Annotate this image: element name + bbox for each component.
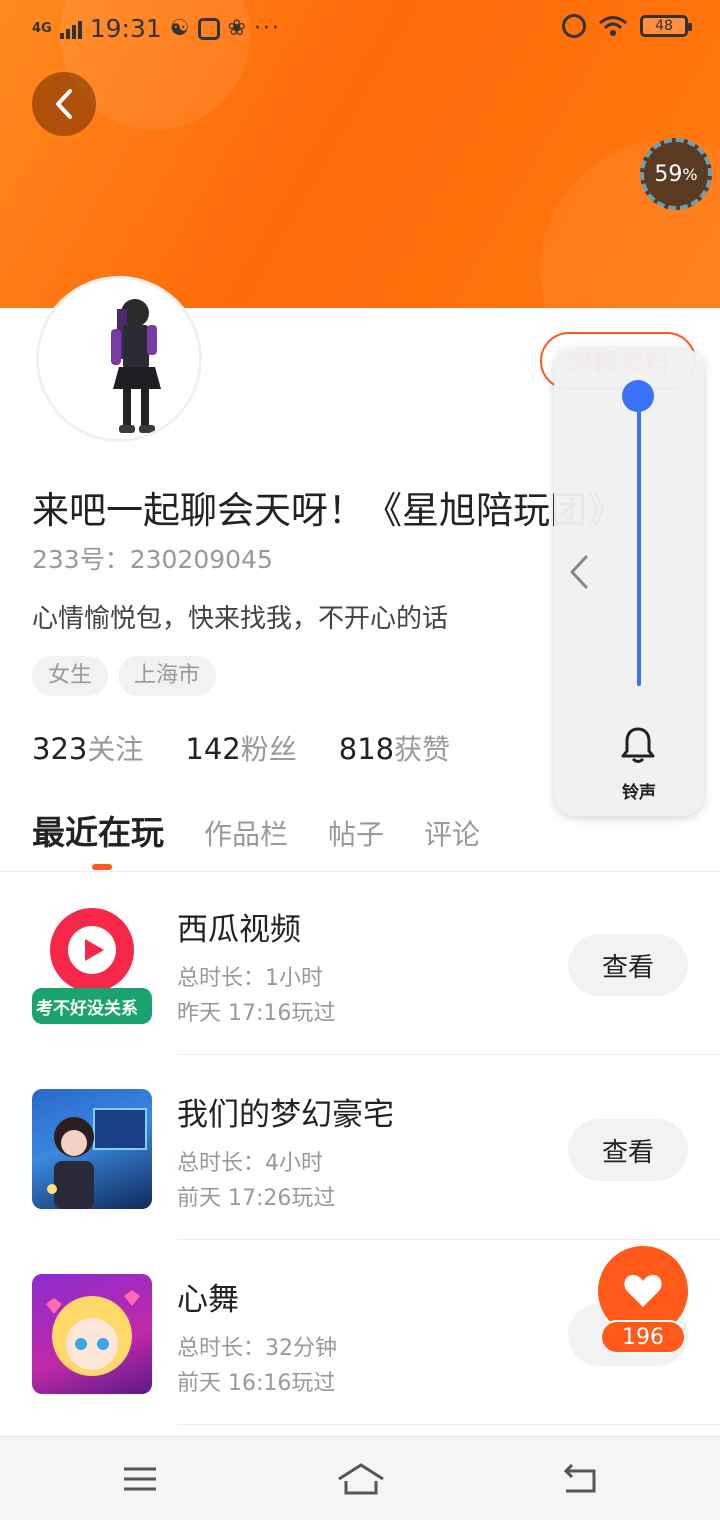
tab-comments[interactable]: 评论 xyxy=(424,813,480,853)
video-app-icon xyxy=(197,17,220,40)
icon-caption: 考不好没关系 xyxy=(36,999,138,1019)
tab-works[interactable]: 作品栏 xyxy=(204,813,288,853)
app-notification-icon: ❀ xyxy=(227,16,246,41)
chevron-left-icon[interactable] xyxy=(568,554,590,590)
alarm-icon xyxy=(562,14,586,38)
menu-icon[interactable] xyxy=(120,1459,160,1499)
list-item[interactable]: 我们的梦幻豪宅 总时长：4小时 前天 17:26玩过 查看 xyxy=(0,1089,720,1274)
game-duration: 总时长：4小时 xyxy=(177,1151,323,1176)
game-title: 心舞 xyxy=(177,1282,239,1318)
home-icon[interactable] xyxy=(336,1459,386,1499)
game-duration: 总时长：32分钟 xyxy=(177,1336,337,1361)
tab-recently-played[interactable]: 最近在玩 xyxy=(32,806,164,854)
stat-followers[interactable]: 142粉丝 xyxy=(185,728,296,768)
game-title: 我们的梦幻豪宅 xyxy=(177,1097,394,1133)
view-button[interactable]: 查看 xyxy=(568,934,688,996)
volume-panel: 铃声 xyxy=(554,348,704,816)
divider xyxy=(177,1239,720,1240)
back-nav-icon[interactable] xyxy=(560,1459,600,1499)
heart-icon xyxy=(624,1274,662,1307)
game-last-played: 昨天 17:16玩过 xyxy=(177,1001,336,1026)
profile-tags: 女生 上海市 xyxy=(32,656,217,696)
followers-label: 粉丝 xyxy=(240,733,297,766)
view-button[interactable]: 查看 xyxy=(568,1119,688,1181)
battery-level: 48 xyxy=(655,18,673,34)
network-type: 4G xyxy=(32,20,52,36)
avatar[interactable] xyxy=(36,276,202,442)
status-bar: 4G 19:31 ☯ ❀ ··· 48 xyxy=(0,0,720,56)
tab-posts[interactable]: 帖子 xyxy=(328,813,384,853)
progress-indicator[interactable]: 59% xyxy=(640,138,712,210)
progress-value: 59 xyxy=(654,161,683,187)
battery-icon: 48 xyxy=(640,15,692,37)
chevron-left-icon xyxy=(56,89,72,119)
wechat-icon: ☯ xyxy=(169,16,190,41)
bell-icon[interactable] xyxy=(621,726,655,764)
divider xyxy=(177,1054,720,1055)
game-icon-xigua: 考不好没关系 xyxy=(32,904,152,1024)
volume-slider-handle[interactable] xyxy=(622,380,654,412)
like-count-badge: 196 xyxy=(600,1320,686,1354)
signal-icon xyxy=(59,19,82,39)
profile-nickname: 来吧一起聊会天呀！《星旭陪玩团》 xyxy=(32,489,624,532)
stat-likes[interactable]: 818获赞 xyxy=(339,728,450,768)
likes-label: 获赞 xyxy=(394,733,451,766)
game-duration: 总时长：1小时 xyxy=(177,966,323,991)
tag-gender: 女生 xyxy=(32,656,109,696)
profile-tabs: 最近在玩 作品栏 帖子 评论 xyxy=(32,806,480,854)
profile-bio: 心情愉悦包，快来找我，不开心的话 xyxy=(32,604,449,634)
system-nav-bar xyxy=(0,1436,720,1520)
profile-uid: 233号：230209045 xyxy=(32,545,273,574)
game-icon-dream-mansion xyxy=(32,1089,152,1209)
following-label: 关注 xyxy=(87,733,144,766)
divider xyxy=(0,871,720,872)
volume-mode-label: 铃声 xyxy=(622,783,656,803)
avatar-character-image xyxy=(111,299,161,433)
volume-slider-track[interactable] xyxy=(637,396,641,686)
profile-stats: 323关注 142粉丝 818获赞 xyxy=(32,728,450,768)
more-notifications-icon: ··· xyxy=(253,16,281,41)
game-last-played: 前天 16:16玩过 xyxy=(177,1371,336,1396)
wifi-icon xyxy=(598,15,628,37)
game-icon-xinwu xyxy=(32,1274,152,1394)
active-tab-indicator xyxy=(92,864,112,870)
game-title: 西瓜视频 xyxy=(177,912,301,948)
following-count: 323 xyxy=(32,732,88,766)
progress-unit: % xyxy=(682,164,698,184)
divider xyxy=(177,1424,720,1425)
status-time: 19:31 xyxy=(89,14,162,43)
stat-following[interactable]: 323关注 xyxy=(32,728,143,768)
followers-count: 142 xyxy=(185,732,241,766)
list-item[interactable]: 考不好没关系 西瓜视频 总时长：1小时 昨天 17:16玩过 查看 xyxy=(0,904,720,1089)
game-last-played: 前天 17:26玩过 xyxy=(177,1186,336,1211)
back-button[interactable] xyxy=(32,72,96,136)
tag-location: 上海市 xyxy=(118,656,217,696)
likes-count: 818 xyxy=(338,732,395,766)
